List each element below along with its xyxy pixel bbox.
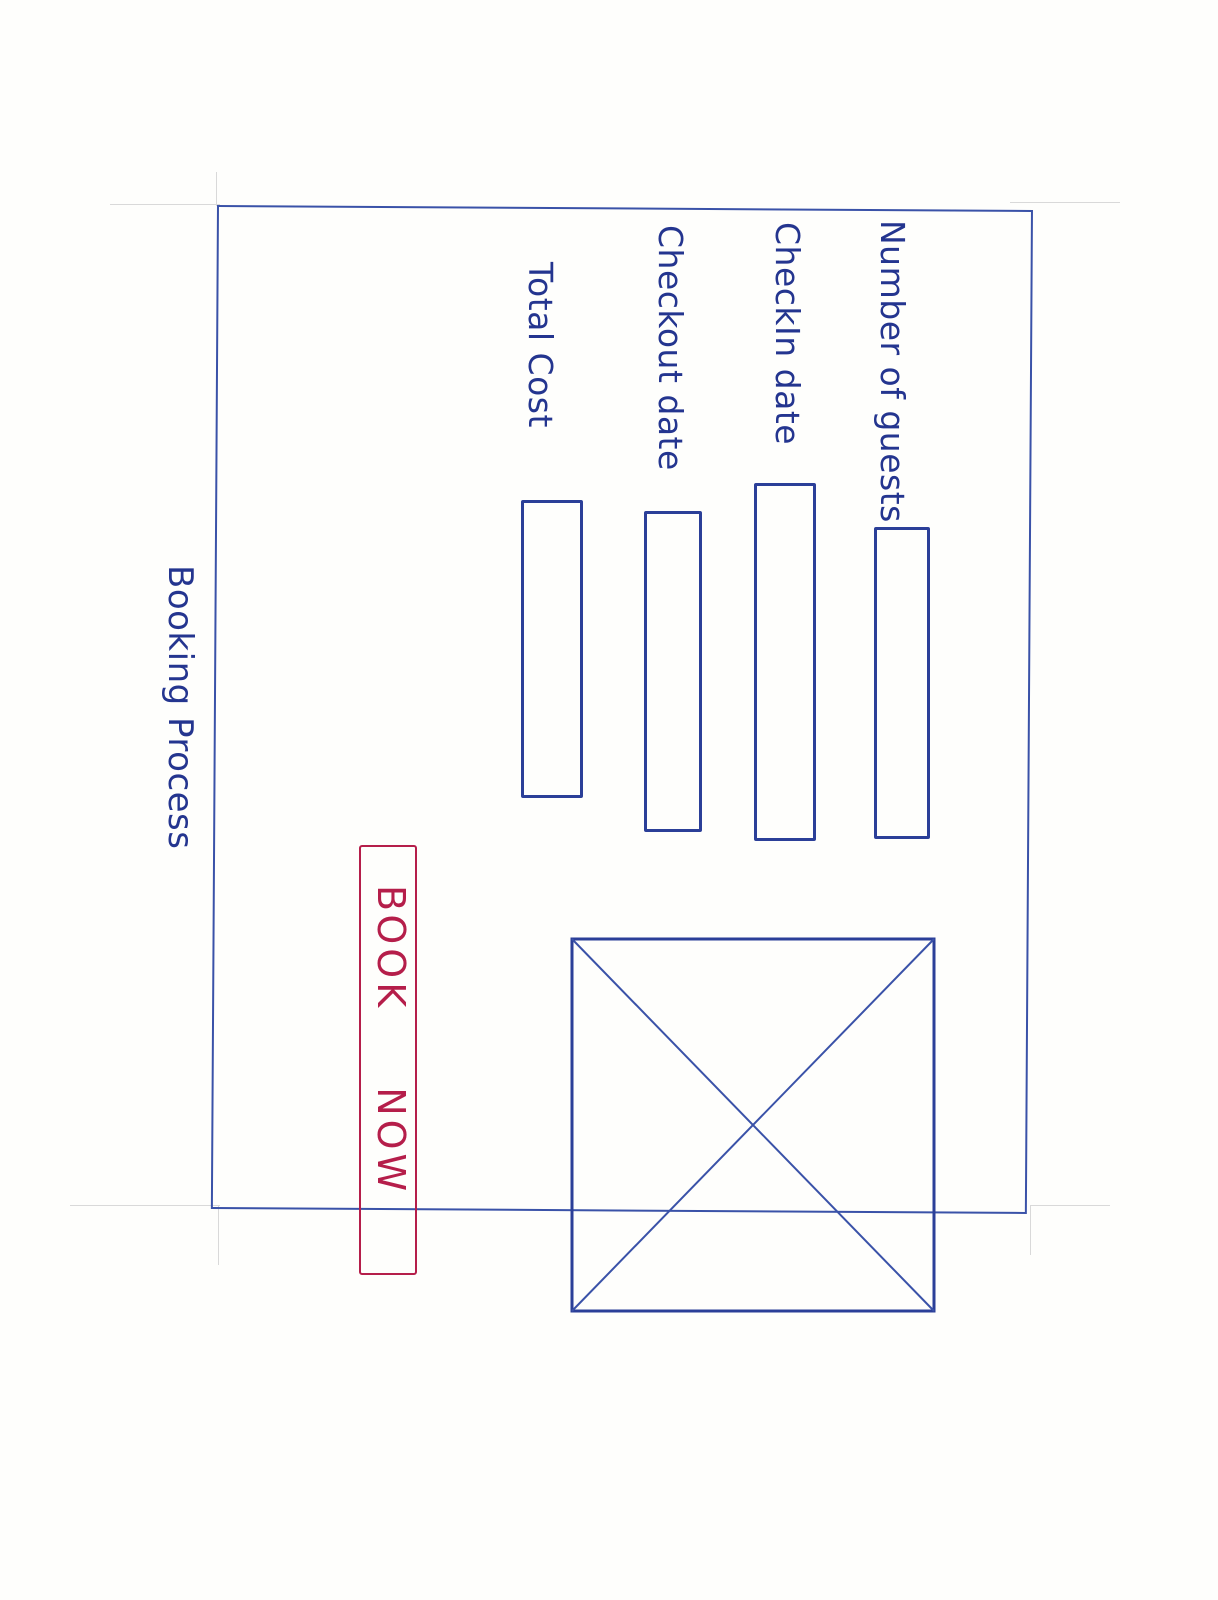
guide-line <box>70 1205 220 1206</box>
guide-line <box>1030 1205 1110 1206</box>
book-now-button[interactable]: BOOK NOW <box>359 845 417 1275</box>
number-of-guests-input[interactable] <box>874 527 930 839</box>
total-cost-field <box>521 500 583 798</box>
guide-line <box>218 1205 219 1265</box>
image-placeholder-icon <box>570 937 936 1313</box>
page-title: Booking Process <box>160 565 200 850</box>
checkout-date-input[interactable] <box>644 511 702 832</box>
guide-line <box>216 172 217 206</box>
guide-line <box>1030 1205 1031 1255</box>
guide-line <box>110 204 220 205</box>
label-total-cost: Total Cost <box>521 262 560 428</box>
label-checkin-date: CheckIn date <box>768 222 807 446</box>
label-number-of-guests: Number of guests <box>873 220 912 523</box>
checkin-date-input[interactable] <box>754 483 816 841</box>
label-checkout-date: Checkout date <box>651 225 690 471</box>
guide-line <box>1010 202 1120 203</box>
book-now-label: BOOK NOW <box>369 885 413 1196</box>
sketch-paper: Booking Process Number of guests CheckIn… <box>0 0 1218 1600</box>
